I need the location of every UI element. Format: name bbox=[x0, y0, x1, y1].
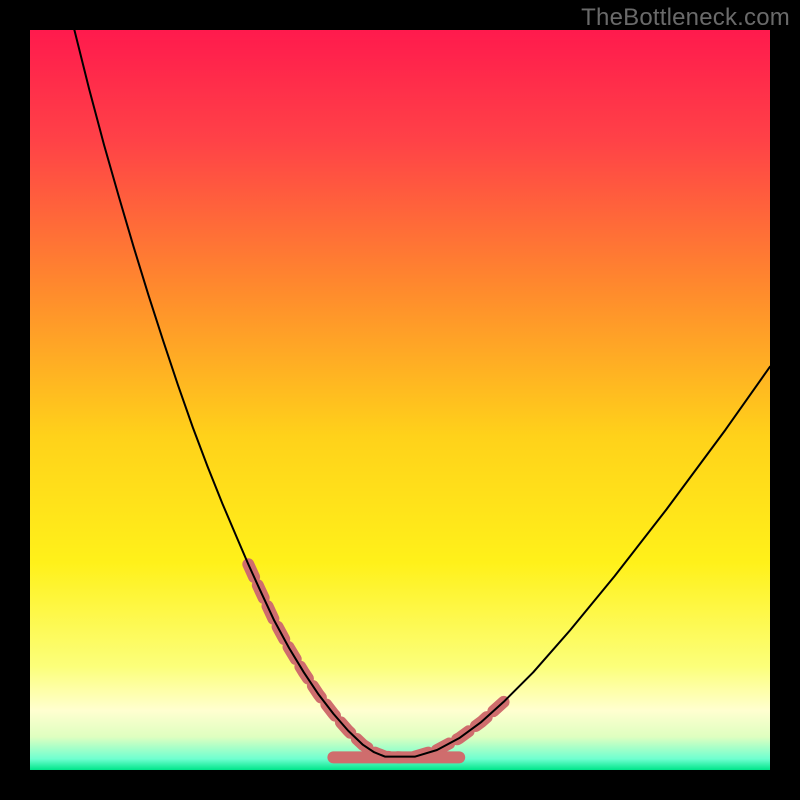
chart-frame: TheBottleneck.com bbox=[0, 0, 800, 800]
gradient-background bbox=[30, 30, 770, 770]
watermark-text: TheBottleneck.com bbox=[581, 4, 790, 32]
chart-svg bbox=[30, 30, 770, 770]
plot-area bbox=[30, 30, 770, 770]
